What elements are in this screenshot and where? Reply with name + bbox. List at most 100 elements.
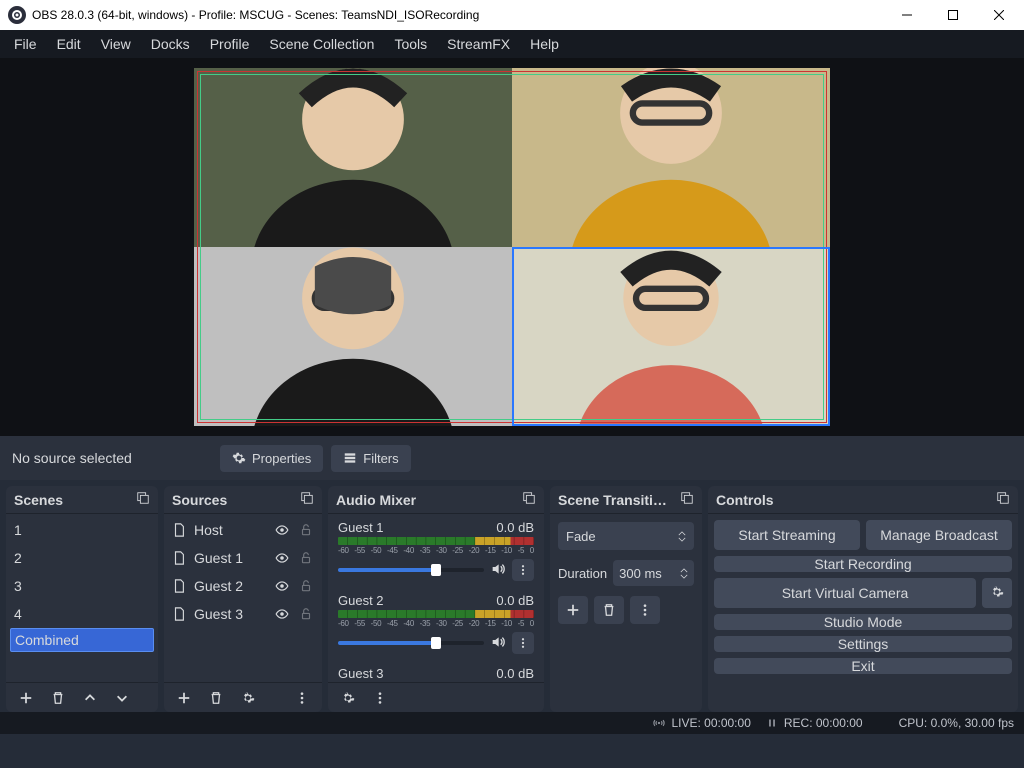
start-virtual-camera-button[interactable]: Start Virtual Camera: [714, 578, 976, 608]
scene-up-button[interactable]: [76, 686, 104, 710]
scene-down-button[interactable]: [108, 686, 136, 710]
plus-icon: [177, 691, 191, 705]
menu-view[interactable]: View: [91, 32, 141, 56]
source-more-button[interactable]: [288, 686, 316, 710]
mixer-settings-button[interactable]: [334, 686, 362, 710]
more-vertical-icon: [373, 691, 387, 705]
remove-source-button[interactable]: [202, 686, 230, 710]
source-properties-button[interactable]: [234, 686, 262, 710]
popout-icon[interactable]: [300, 491, 314, 508]
source-item[interactable]: Guest 2: [164, 572, 322, 600]
menu-tools[interactable]: Tools: [384, 32, 437, 56]
transition-more-button[interactable]: [630, 596, 660, 624]
menu-edit[interactable]: Edit: [47, 32, 91, 56]
menu-file[interactable]: File: [4, 32, 47, 56]
virtual-camera-settings-button[interactable]: [982, 578, 1012, 608]
add-scene-button[interactable]: [12, 686, 40, 710]
titlebar: OBS 28.0.3 (64-bit, windows) - Profile: …: [0, 0, 1024, 30]
speaker-icon[interactable]: [490, 634, 506, 653]
transitions-header: Scene Transiti…: [550, 486, 702, 514]
popout-icon[interactable]: [522, 491, 536, 508]
more-vertical-icon: [638, 603, 652, 617]
add-transition-button[interactable]: [558, 596, 588, 624]
lock-toggle[interactable]: [298, 579, 314, 593]
lock-icon: [299, 579, 313, 593]
app-icon: [8, 6, 26, 24]
transitions-body: Fade Duration 300 ms: [550, 514, 702, 712]
updown-icon[interactable]: [680, 568, 688, 579]
remove-transition-button[interactable]: [594, 596, 624, 624]
studio-mode-button[interactable]: Studio Mode: [714, 614, 1012, 630]
exit-button[interactable]: Exit: [714, 658, 1012, 674]
visibility-toggle[interactable]: [274, 551, 290, 565]
manage-broadcast-button[interactable]: Manage Broadcast: [866, 520, 1012, 550]
popout-icon[interactable]: [680, 491, 694, 508]
add-source-button[interactable]: [170, 686, 198, 710]
channel-more-button[interactable]: [512, 632, 534, 654]
preview-guest2[interactable]: [194, 247, 512, 426]
meter-ticks: -60-55-50-45-40-35-30-25-20-15-10-50: [338, 546, 534, 555]
gear-icon: [990, 585, 1004, 599]
lock-toggle[interactable]: [298, 551, 314, 565]
speaker-icon[interactable]: [490, 561, 506, 580]
visibility-toggle[interactable]: [274, 607, 290, 621]
scene-item[interactable]: 1: [6, 516, 158, 544]
more-vertical-icon: [517, 637, 529, 649]
lock-toggle[interactable]: [298, 523, 314, 537]
visibility-toggle[interactable]: [274, 579, 290, 593]
maximize-button[interactable]: [930, 0, 976, 30]
close-button[interactable]: [976, 0, 1022, 30]
preview-canvas[interactable]: [194, 68, 830, 426]
menu-docks[interactable]: Docks: [141, 32, 200, 56]
scene-item[interactable]: 2: [6, 544, 158, 572]
scene-item[interactable]: 3: [6, 572, 158, 600]
scene-item[interactable]: Combined: [10, 628, 154, 652]
volume-slider[interactable]: [338, 568, 484, 572]
trash-icon: [602, 603, 616, 617]
properties-button[interactable]: Properties: [220, 445, 323, 472]
audio-mixer-panel: Audio Mixer Guest 10.0 dB-60-55-50-45-40…: [328, 486, 544, 712]
popout-icon[interactable]: [996, 491, 1010, 508]
eye-icon: [275, 579, 289, 593]
menu-streamfx[interactable]: StreamFX: [437, 32, 520, 56]
menubar: File Edit View Docks Profile Scene Colle…: [0, 30, 1024, 58]
preview-guest1[interactable]: [512, 68, 830, 247]
visibility-toggle[interactable]: [274, 523, 290, 537]
source-item[interactable]: Guest 1: [164, 544, 322, 572]
channel-level: 0.0 dB: [496, 593, 534, 608]
mixer-channel: Guest 30.0 dB-60-55-50-45-40-35-30-25-20…: [328, 662, 544, 682]
minimize-button[interactable]: [884, 0, 930, 30]
settings-button[interactable]: Settings: [714, 636, 1012, 652]
transition-select[interactable]: Fade: [558, 522, 694, 550]
source-item[interactable]: Guest 3: [164, 600, 322, 628]
menu-help[interactable]: Help: [520, 32, 569, 56]
duration-input[interactable]: 300 ms: [613, 560, 694, 586]
preview-host[interactable]: [194, 68, 512, 247]
scene-item[interactable]: 4: [6, 600, 158, 628]
window-title: OBS 28.0.3 (64-bit, windows) - Profile: …: [32, 8, 884, 22]
filters-icon: [343, 451, 357, 465]
lock-toggle[interactable]: [298, 607, 314, 621]
meter-ticks: -60-55-50-45-40-35-30-25-20-15-10-50: [338, 619, 534, 628]
audio-meter: [338, 537, 534, 545]
popout-icon[interactable]: [136, 491, 150, 508]
updown-icon: [678, 531, 686, 542]
source-label: Host: [194, 522, 266, 538]
start-streaming-button[interactable]: Start Streaming: [714, 520, 860, 550]
mixer-more-button[interactable]: [366, 686, 394, 710]
menu-scene-collection[interactable]: Scene Collection: [259, 32, 384, 56]
channel-more-button[interactable]: [512, 559, 534, 581]
remove-scene-button[interactable]: [44, 686, 72, 710]
source-toolbar: No source selected Properties Filters: [0, 436, 1024, 480]
volume-slider[interactable]: [338, 641, 484, 645]
lock-icon: [299, 551, 313, 565]
menu-profile[interactable]: Profile: [200, 32, 260, 56]
gear-icon: [232, 451, 246, 465]
preview-guest3[interactable]: [512, 247, 830, 426]
start-recording-button[interactable]: Start Recording: [714, 556, 1012, 572]
filters-button[interactable]: Filters: [331, 445, 410, 472]
controls-header: Controls: [708, 486, 1018, 514]
source-item[interactable]: Host: [164, 516, 322, 544]
preview-area[interactable]: [0, 58, 1024, 436]
source-label: Guest 1: [194, 550, 266, 566]
